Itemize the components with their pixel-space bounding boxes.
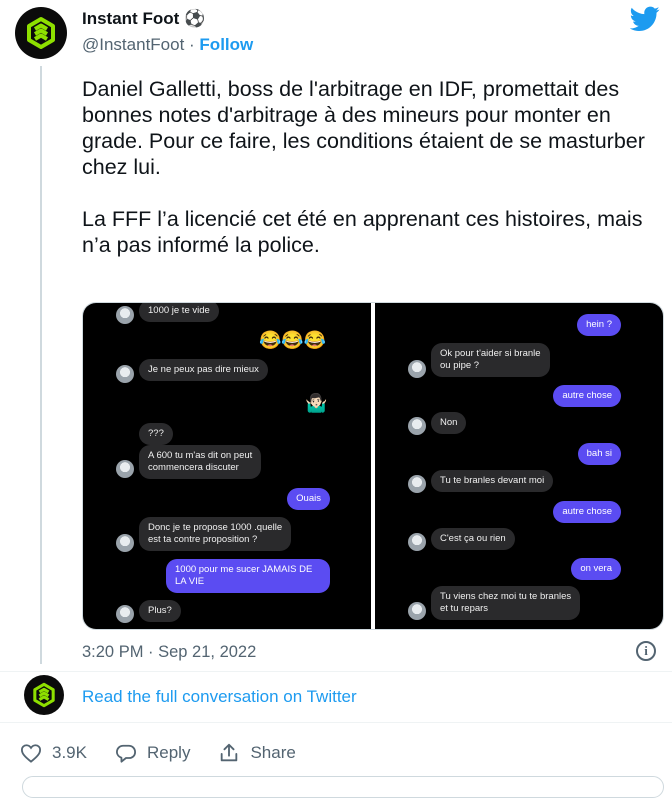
tweet-actions: 3.9K Reply Share xyxy=(20,740,324,766)
instant-foot-logo-icon xyxy=(33,682,55,708)
thread-line xyxy=(40,66,42,664)
author-avatar[interactable] xyxy=(15,7,67,59)
author-handle-row: @InstantFoot · Follow xyxy=(82,35,253,55)
chat-bubble-outgoing: 1000 pour me sucer JAMAIS DE LA VIE xyxy=(166,559,330,593)
chat-line: Donc je te propose 1000 .quelle xyxy=(148,522,283,533)
tweet-paragraph-1: Daniel Galletti, boss de l'arbitrage en … xyxy=(82,77,645,179)
avatar xyxy=(116,460,134,478)
reply-button[interactable]: Reply xyxy=(115,743,190,763)
chat-bubble-incoming: Tu viens chez moi tu te branles et tu re… xyxy=(431,586,581,620)
chat-bubble-incoming: ??? xyxy=(139,423,173,445)
avatar xyxy=(116,365,134,383)
chat-line: commencera discuter xyxy=(148,462,239,473)
chat-screenshot-right[interactable]: hein ? Ok pour t'aider si branle ou pipe… xyxy=(375,303,663,629)
chat-bubble-incoming: 1000 je te vide xyxy=(139,303,219,322)
heart-icon xyxy=(20,744,42,763)
separator: · xyxy=(184,35,200,54)
chat-line: LA VIE xyxy=(175,576,205,587)
chat-line: est ta contre proposition ? xyxy=(148,534,258,545)
like-count: 3.9K xyxy=(52,743,87,762)
like-button[interactable]: 3.9K xyxy=(20,743,87,763)
instant-foot-logo-icon xyxy=(27,17,55,49)
chat-line: ou pipe ? xyxy=(440,360,480,371)
follow-button[interactable]: Follow xyxy=(199,35,253,54)
avatar xyxy=(408,602,426,620)
read-conversation-link[interactable]: Read the full conversation on Twitter xyxy=(82,687,357,707)
share-button[interactable]: Share xyxy=(218,742,296,764)
avatar xyxy=(408,475,426,493)
chat-screenshot-left[interactable]: 1000 je te vide 😂😂😂 Je ne peux pas dire … xyxy=(83,303,371,629)
tweet-media[interactable]: 1000 je te vide 😂😂😂 Je ne peux pas dire … xyxy=(82,302,664,630)
info-icon[interactable]: i xyxy=(636,641,656,661)
display-name[interactable]: Instant Foot xyxy=(82,9,179,28)
chat-bubble-outgoing: Ouais xyxy=(287,488,330,510)
divider xyxy=(0,722,672,723)
chat-line: A 600 tu m'as dit on peut xyxy=(148,450,253,461)
avatar xyxy=(116,605,134,623)
avatar xyxy=(408,533,426,551)
chat-bubble-outgoing: hein ? xyxy=(577,314,621,336)
chat-bubble-incoming: Donc je te propose 1000 .quelle est ta c… xyxy=(139,517,292,551)
avatar xyxy=(408,417,426,435)
chat-line: et tu repars xyxy=(440,603,489,614)
laughing-emojis: 😂😂😂 xyxy=(259,330,327,350)
chat-bubble-incoming: Tu te branles devant moi xyxy=(431,470,554,492)
reply-icon xyxy=(115,744,136,763)
chat-line: Ok pour t'aider si branle xyxy=(440,348,541,359)
twitter-bird-icon[interactable] xyxy=(630,6,660,32)
avatar xyxy=(116,306,134,324)
conversation-avatar[interactable] xyxy=(24,675,64,715)
chat-bubble-outgoing: bah si xyxy=(577,443,621,465)
avatar xyxy=(116,534,134,552)
divider xyxy=(0,671,672,672)
chat-bubble-incoming: Non xyxy=(431,412,467,434)
chat-bubble-outgoing: on vera xyxy=(571,558,621,580)
avatar xyxy=(408,360,426,378)
chat-bubble-incoming: C'est ça ou rien xyxy=(431,528,515,550)
chat-line: Tu viens chez moi tu te branles xyxy=(440,591,572,602)
chat-bubble-incoming: Ok pour t'aider si branle ou pipe ? xyxy=(431,343,550,377)
chat-bubble-incoming: Je ne peux pas dire mieux xyxy=(139,359,268,381)
chat-line: 1000 pour me sucer JAMAIS DE xyxy=(175,564,313,575)
author-handle[interactable]: @InstantFoot xyxy=(82,35,184,54)
chat-bubble-incoming: A 600 tu m'as dit on peut commencera dis… xyxy=(139,445,262,479)
chat-bubble-outgoing: autre chose xyxy=(553,385,621,407)
chat-bubble-outgoing: autre chose xyxy=(553,501,621,523)
share-icon xyxy=(221,743,238,762)
tweet-text: Daniel Galletti, boss de l'arbitrage en … xyxy=(82,76,662,284)
bottom-card-edge xyxy=(22,776,664,798)
share-label: Share xyxy=(250,743,296,762)
reply-label: Reply xyxy=(146,743,191,762)
tweet-paragraph-2: La FFF l’a licencié cet été en apprenant… xyxy=(82,207,643,257)
shrug-emoji: 🤷🏻‍♂️ xyxy=(305,393,328,413)
tweet-timestamp[interactable]: 3:20 PM · Sep 21, 2022 xyxy=(82,643,256,662)
soccer-ball-icon: ⚽ xyxy=(184,9,206,28)
author-name[interactable]: Instant Foot ⚽ xyxy=(82,9,205,29)
chat-bubble-incoming: Plus? xyxy=(139,600,181,622)
